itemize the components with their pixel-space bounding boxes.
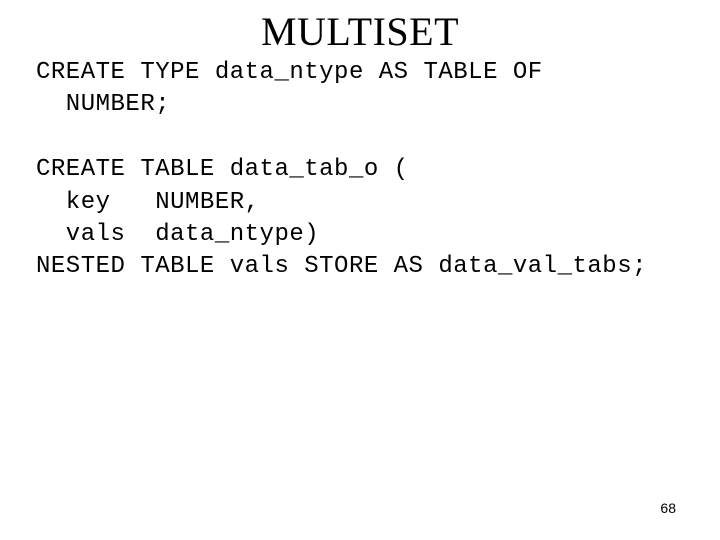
page-number: 68 — [660, 500, 676, 516]
page-title: MULTISET — [36, 8, 684, 55]
code-block: CREATE TYPE data_ntype AS TABLE OF NUMBE… — [36, 57, 684, 284]
slide: MULTISET CREATE TYPE data_ntype AS TABLE… — [0, 0, 720, 540]
